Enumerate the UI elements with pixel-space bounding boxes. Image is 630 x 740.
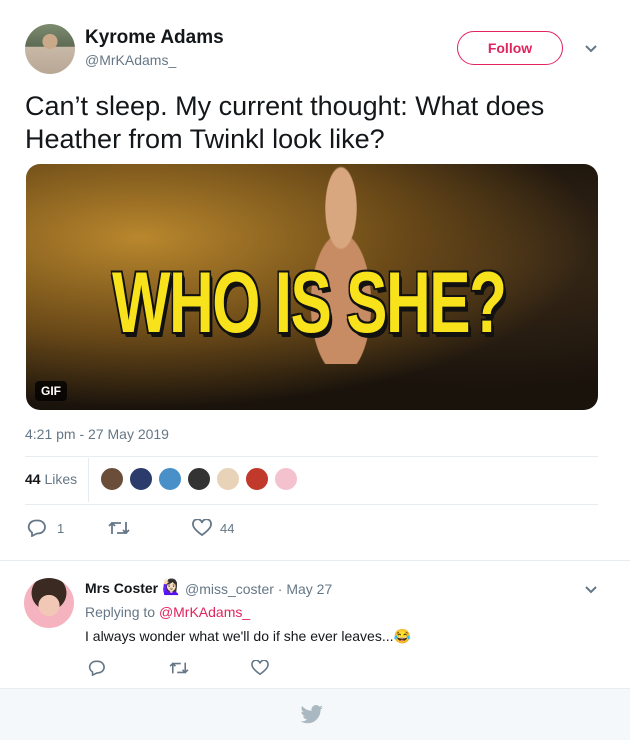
liker-avatar[interactable] [187,467,211,491]
reply-reply-button[interactable] [88,660,106,681]
retweet-icon [169,662,189,674]
liker-avatars [100,467,303,491]
author-name[interactable]: Kyrome Adams [85,27,224,49]
heart-icon [251,659,269,676]
tweet-text: Can’t sleep. My current thought: What do… [25,91,545,154]
reply-handle-text[interactable]: @miss_coster [185,581,274,597]
like-button[interactable]: 44 [192,519,234,537]
liker-avatar[interactable] [158,467,182,491]
reply-like-button[interactable] [251,659,269,681]
gif-caption: WHO IS SHE? [112,255,507,351]
reply-author-avatar[interactable] [24,578,74,628]
liker-avatar[interactable] [100,467,124,491]
reply-author-handle[interactable]: @miss_coster · May 27 [185,581,332,597]
reply-text: I always wonder what we'll do if she eve… [85,628,411,644]
liker-avatar[interactable] [216,467,240,491]
author-handle[interactable]: @MrKAdams_ [85,52,176,68]
reply-author-emoji: 🙋🏻‍♀️ [162,579,181,596]
reply-count: 1 [57,520,65,536]
likes-count: 44 [25,471,41,487]
divider [25,504,598,505]
likes-label: Likes [44,471,78,487]
replying-to: Replying to @MrKAdams_ [85,604,250,620]
like-count: 44 [220,520,235,536]
liker-avatar[interactable] [129,467,153,491]
retweet-button[interactable] [108,519,130,537]
divider [25,456,598,457]
retweet-icon [108,521,130,535]
twitter-bird-icon[interactable] [300,705,324,730]
likes-summary[interactable]: 44 Likes [25,471,77,487]
reply-author-name[interactable]: Mrs Coster [85,580,158,596]
reply-button[interactable]: 1 [27,519,64,537]
follow-button[interactable]: Follow [457,31,563,65]
gif-media[interactable]: WHO IS SHE? GIF [26,164,598,410]
reply-icon [88,660,105,677]
chevron-down-icon[interactable] [583,40,599,61]
author-avatar[interactable] [25,24,75,74]
reply-icon [27,519,46,537]
divider [0,560,630,561]
gif-badge: GIF [35,381,67,401]
replying-prefix: Replying to [85,604,159,620]
liker-avatar[interactable] [274,467,298,491]
heart-icon [192,519,212,537]
divider [88,458,89,502]
reply-retweet-button[interactable] [169,660,189,681]
chevron-down-icon[interactable] [583,581,599,602]
reply-date[interactable]: · May 27 [278,581,332,597]
liker-avatar[interactable] [245,467,269,491]
replying-to-link[interactable]: @MrKAdams_ [159,604,250,620]
tweet-timestamp[interactable]: 4:21 pm - 27 May 2019 [25,426,169,442]
